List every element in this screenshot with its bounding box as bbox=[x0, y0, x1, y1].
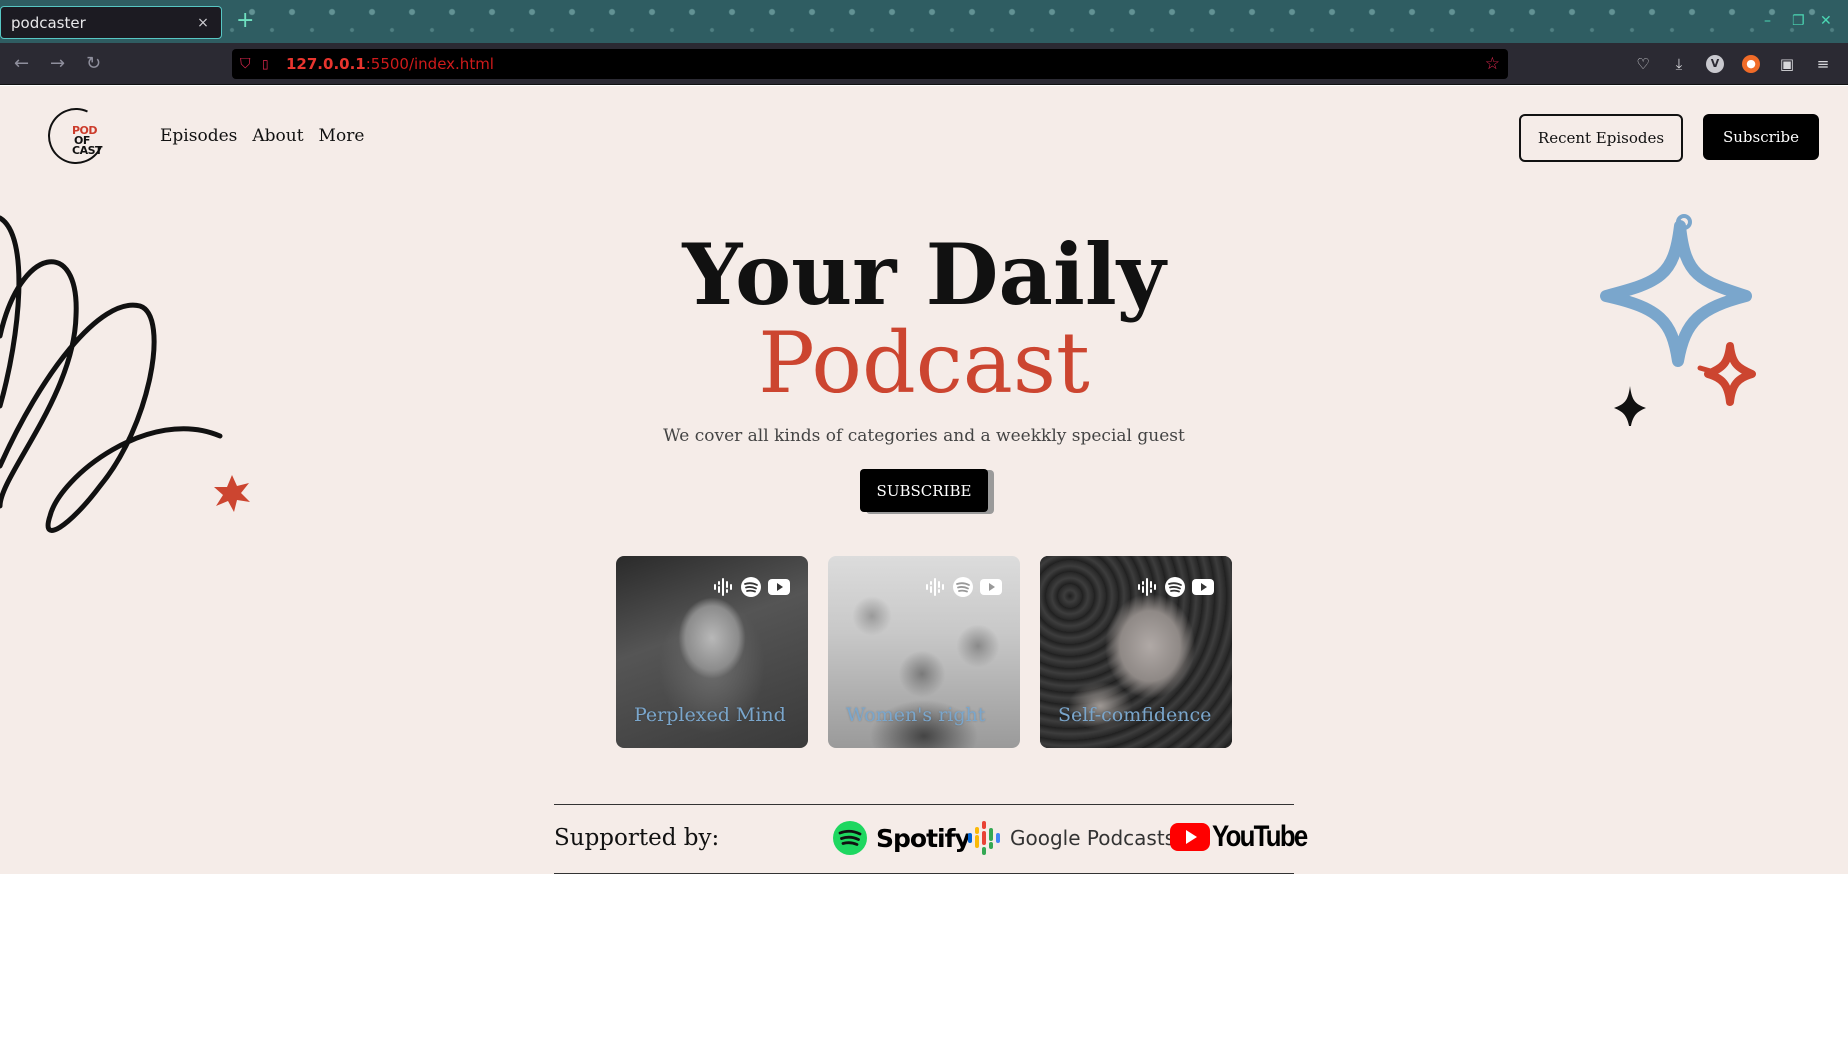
restore-icon[interactable]: ❐ bbox=[1792, 12, 1805, 30]
hero-title-line1: Your Daily bbox=[682, 225, 1166, 324]
card-title: Perplexed Mind bbox=[634, 704, 786, 726]
tab-close-icon[interactable]: × bbox=[195, 15, 211, 31]
youtube-icon[interactable] bbox=[1192, 576, 1214, 598]
google-podcasts-icon[interactable] bbox=[924, 576, 946, 598]
nav-episodes[interactable]: Episodes bbox=[160, 126, 237, 146]
youtube-logo-icon bbox=[1170, 823, 1210, 851]
card-platform-icons bbox=[1136, 576, 1214, 598]
spotify-logo-icon bbox=[833, 821, 867, 855]
youtube-name: YouTube bbox=[1212, 820, 1308, 853]
episode-card[interactable]: Self-comfidence bbox=[1040, 556, 1232, 748]
page: POD OF CAST Episodes About More Recent E… bbox=[0, 86, 1848, 874]
logo-text: POD OF CAST bbox=[72, 125, 103, 157]
google-podcasts-icon[interactable] bbox=[712, 576, 734, 598]
spotify-brand[interactable]: Spotify bbox=[832, 820, 971, 856]
supported-by-label: Supported by: bbox=[554, 825, 720, 851]
nav-more[interactable]: More bbox=[319, 126, 365, 146]
episode-cards: Perplexed Mind Women's right Self-comfid… bbox=[616, 556, 1232, 748]
spotify-icon[interactable] bbox=[740, 576, 762, 598]
download-icon[interactable]: ⤓ bbox=[1668, 53, 1690, 75]
browser-tabbar: podcaster × + – ❐ ✕ bbox=[0, 0, 1848, 43]
spotify-icon[interactable] bbox=[952, 576, 974, 598]
supported-by-section: Supported by: Spotify Google Podcasts Yo… bbox=[554, 804, 1308, 874]
back-icon[interactable]: ← bbox=[14, 53, 29, 75]
url-path: :5500/index.html bbox=[365, 55, 494, 73]
browser-tab[interactable]: podcaster × bbox=[0, 6, 222, 39]
nav-about[interactable]: About bbox=[252, 126, 303, 146]
google-podcasts-name: Google Podcasts bbox=[1010, 826, 1176, 850]
youtube-icon[interactable] bbox=[768, 576, 790, 598]
google-podcasts-brand[interactable]: Google Podcasts bbox=[966, 820, 1175, 856]
minimize-icon[interactable]: – bbox=[1764, 12, 1771, 30]
card-platform-icons bbox=[924, 576, 1002, 598]
reload-icon[interactable]: ↻ bbox=[86, 53, 101, 75]
extensions-icon[interactable]: ▣ bbox=[1776, 53, 1798, 75]
hero-subtitle: We cover all kinds of categories and a w… bbox=[663, 426, 1185, 446]
site-logo[interactable]: POD OF CAST bbox=[40, 100, 116, 172]
new-tab-icon[interactable]: + bbox=[236, 8, 254, 34]
card-title: Women's right bbox=[846, 704, 986, 726]
extension-v-icon[interactable]: V bbox=[1706, 55, 1724, 73]
recent-episodes-button[interactable]: Recent Episodes bbox=[1519, 114, 1683, 162]
google-podcasts-logo-icon bbox=[968, 821, 1000, 855]
browser-navbar: ← → ↻ ⛉ ▯ 127.0.0.1:5500/index.html ☆ ♡ … bbox=[0, 43, 1848, 85]
google-podcasts-icon[interactable] bbox=[1136, 576, 1158, 598]
youtube-brand[interactable]: YouTube bbox=[1170, 820, 1322, 854]
youtube-icon[interactable] bbox=[980, 576, 1002, 598]
page-info-icon[interactable]: ▯ bbox=[262, 57, 286, 71]
red-splat-icon bbox=[214, 475, 250, 512]
bookmark-star-icon[interactable]: ☆ bbox=[1485, 54, 1500, 74]
logo-cast: CAST bbox=[72, 144, 103, 157]
subscribe-button[interactable]: Subscribe bbox=[1703, 114, 1819, 160]
tab-title: podcaster bbox=[11, 13, 86, 32]
spotify-name: Spotify bbox=[876, 823, 971, 853]
forward-icon[interactable]: → bbox=[50, 53, 65, 75]
shield-icon[interactable]: ⛉ bbox=[240, 56, 262, 72]
close-window-icon[interactable]: ✕ bbox=[1820, 12, 1832, 30]
card-title: Self-comfidence bbox=[1058, 704, 1212, 726]
episode-card[interactable]: Women's right bbox=[828, 556, 1020, 748]
menu-icon[interactable]: ≡ bbox=[1812, 53, 1834, 75]
url-bar[interactable]: ⛉ ▯ 127.0.0.1:5500/index.html ☆ bbox=[232, 49, 1508, 79]
episode-card[interactable]: Perplexed Mind bbox=[616, 556, 808, 748]
hero-subscribe-button[interactable]: SUBSCRIBE bbox=[860, 469, 988, 512]
pocket-icon[interactable]: ♡ bbox=[1632, 53, 1654, 75]
card-platform-icons bbox=[712, 576, 790, 598]
spotify-icon[interactable] bbox=[1164, 576, 1186, 598]
hero-title-line2: Podcast bbox=[758, 314, 1090, 412]
url-host: 127.0.0.1 bbox=[286, 55, 366, 73]
main-nav: Episodes About More bbox=[160, 126, 364, 146]
url-text[interactable]: 127.0.0.1:5500/index.html bbox=[286, 55, 494, 73]
duckduckgo-icon[interactable]: ● bbox=[1742, 55, 1760, 73]
